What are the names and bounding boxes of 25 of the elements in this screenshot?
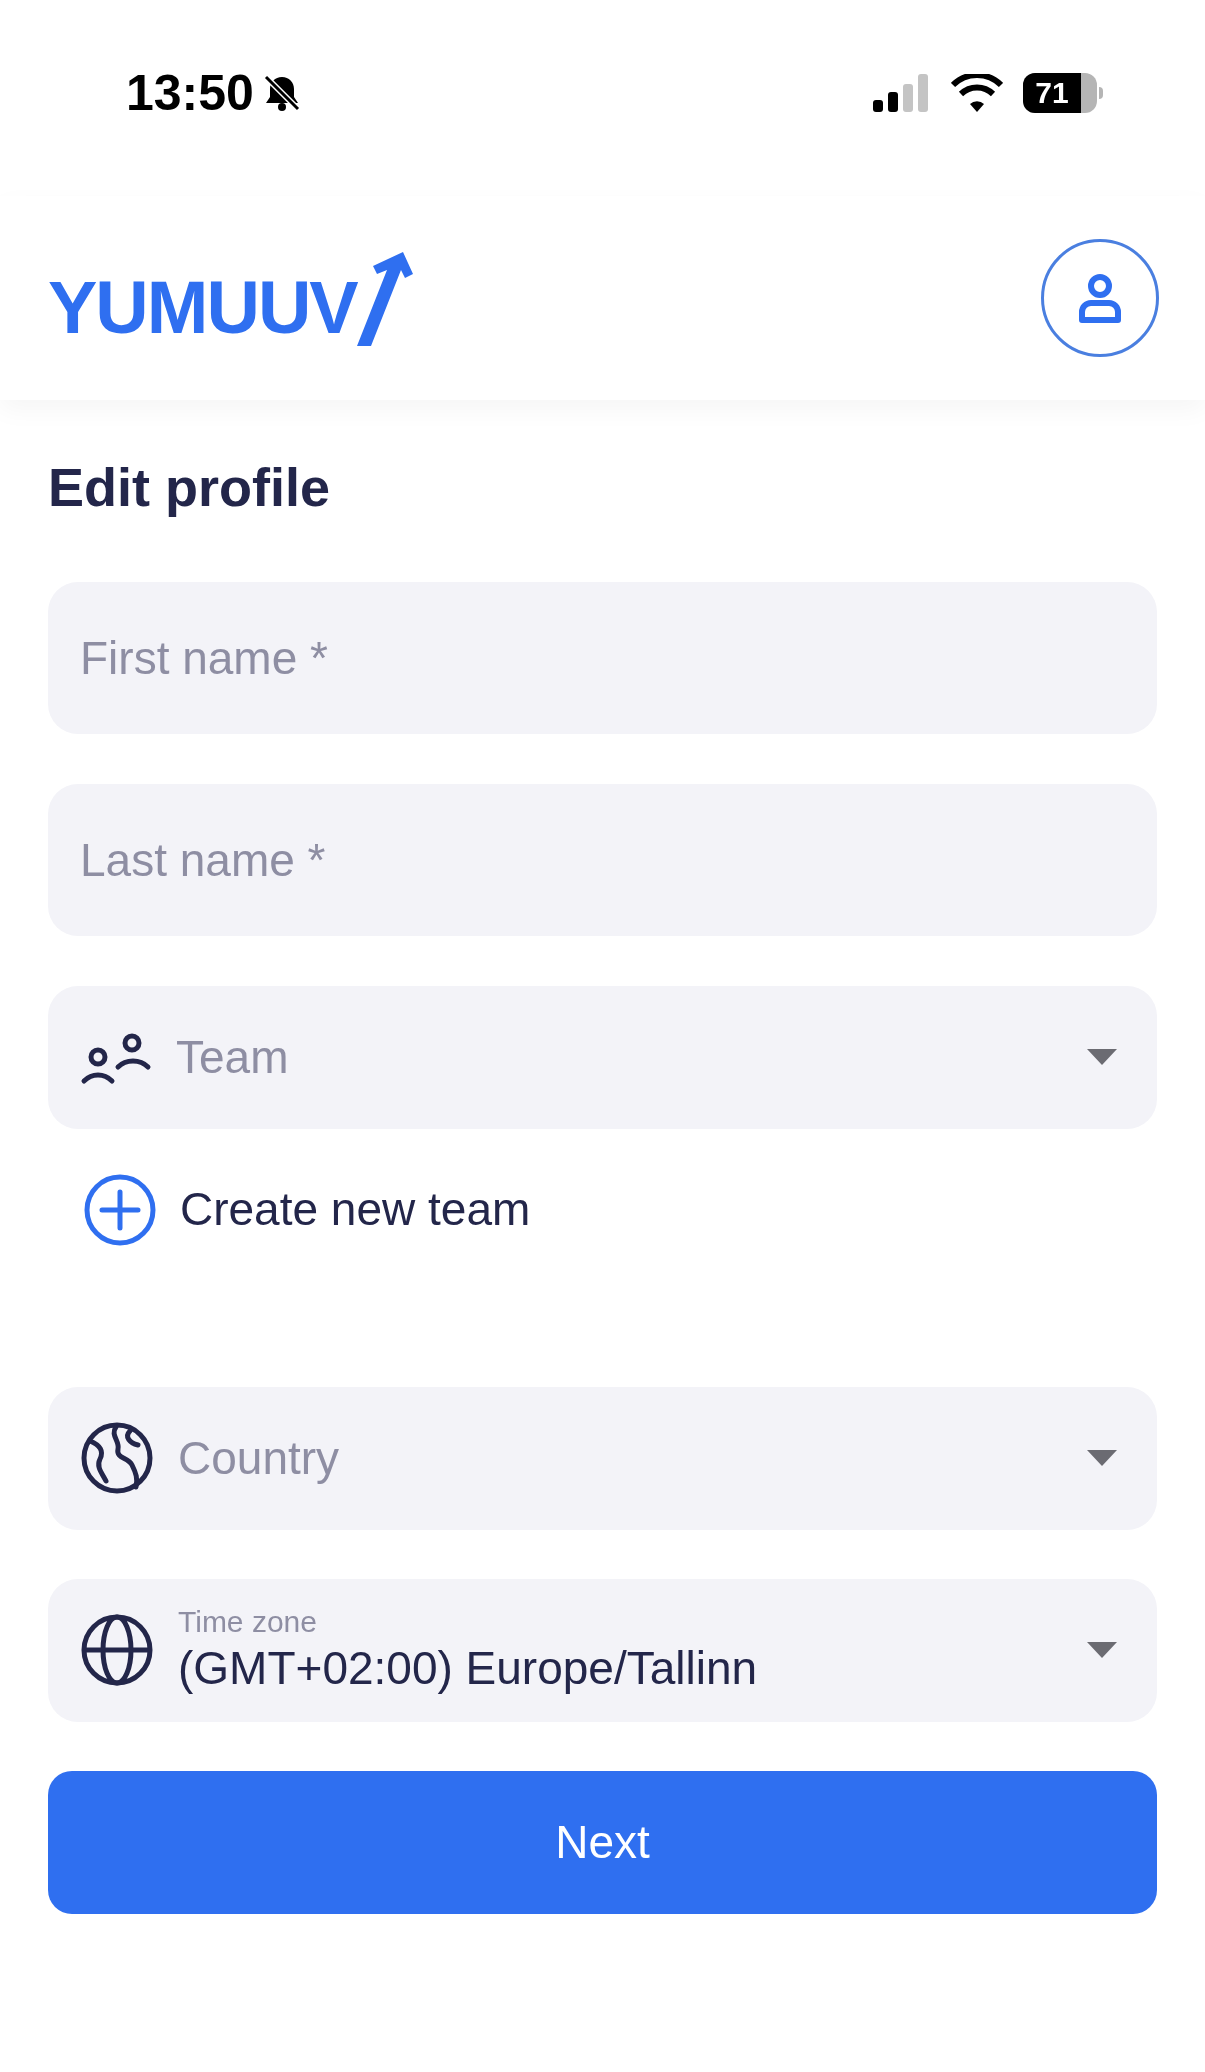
text-field[interactable]: Last name * xyxy=(48,783,1157,936)
logo-text: YUMUUV xyxy=(48,264,359,350)
field-label: Time zone xyxy=(178,1603,318,1640)
user-icon xyxy=(1077,273,1123,323)
page-title: Edit profile xyxy=(48,456,331,519)
battery-indicator: 71 xyxy=(1023,73,1097,113)
profile-button[interactable] xyxy=(1041,239,1159,357)
text-field[interactable]: First name * xyxy=(48,581,1157,734)
next-button[interactable]: Next xyxy=(48,1770,1157,1914)
globe-icon xyxy=(80,1421,154,1495)
timezone-dropdown[interactable]: Time zone (GMT+02:00) Europe/Tallinn xyxy=(48,1578,1157,1722)
caret-icon xyxy=(1087,1450,1117,1466)
caret-icon xyxy=(1087,1049,1117,1065)
dropdown-placeholder: Team xyxy=(176,1029,290,1085)
plus-circle-icon xyxy=(84,1173,156,1246)
globe-icon xyxy=(80,1613,154,1687)
clock-time: 13:50 xyxy=(126,63,254,123)
team-dropdown[interactable]: Team xyxy=(48,985,1157,1129)
wifi-icon xyxy=(951,74,1003,112)
dropdown-value: (GMT+02:00) Europe/Tallinn xyxy=(178,1641,759,1696)
country-dropdown[interactable]: Country xyxy=(48,1386,1157,1530)
create-team-button[interactable]: Create new team xyxy=(48,1172,1157,1247)
caret-icon xyxy=(1087,1642,1117,1658)
signal-icon xyxy=(873,74,931,112)
dropdown-placeholder: Country xyxy=(178,1430,341,1486)
